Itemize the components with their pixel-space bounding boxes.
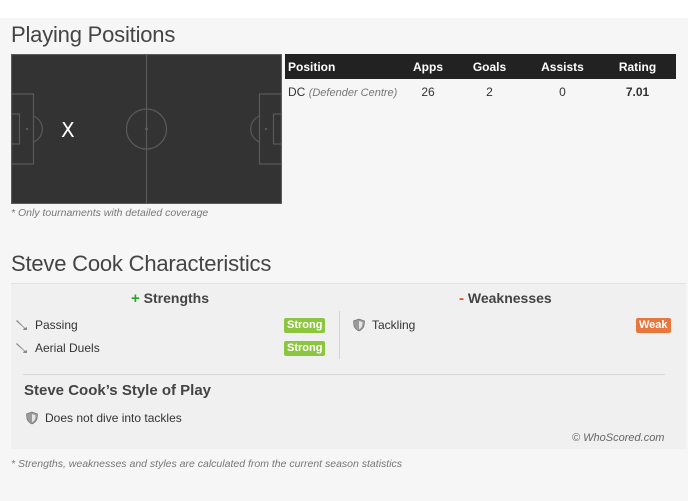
weaknesses-sign: - [459,290,464,307]
column-divider [339,311,340,359]
goals-cell: 2 [486,84,493,99]
style-of-play-title: Steve Cook’s Style of Play [24,382,212,399]
playing-positions-title: Playing Positions [11,22,176,47]
strength-row-passing: Passing [15,316,78,334]
weaknesses-heading: - Weaknesses [459,290,552,307]
header-apps[interactable]: Apps [403,54,453,79]
shield-icon [26,411,38,425]
assists-cell: 0 [559,84,566,99]
strengths-heading: + Strengths [131,290,209,307]
apps-cell: 26 [421,84,435,99]
boot-icon [16,320,27,330]
weakness-label: Tackling [372,318,416,332]
positions-footnote: * Only tournaments with detailed coverag… [11,207,209,219]
strength-row-aerial-duels: Aerial Duels [15,339,100,357]
shield-icon [353,318,365,332]
position-code: DC [288,84,306,99]
strengths-label: Strengths [143,290,209,306]
weakness-row-tackling: Tackling [352,316,415,334]
header-goals[interactable]: Goals [453,54,526,79]
rating-cell: 7.01 [625,84,650,99]
positions-table: Position Apps Goals Assists Rating DC (D… [285,54,676,104]
header-position[interactable]: Position [285,54,403,79]
style-row: Does not dive into tackles [25,409,182,427]
pitch-diagram: X [11,54,282,204]
positions-table-header: Position Apps Goals Assists Rating [285,54,676,79]
characteristics-footnote: * Strengths, weaknesses and styles are c… [11,458,403,470]
strength-level-badge: Strong [284,318,326,333]
position-description: (Defender Centre) [308,86,398,99]
pitch-position-marker: X [61,118,75,142]
position-cell: DC (Defender Centre) [285,79,403,104]
weaknesses-label: Weaknesses [467,290,552,306]
style-label: Does not dive into tackles [45,411,182,425]
header-rating[interactable]: Rating [599,54,676,79]
strength-label: Aerial Duels [35,341,100,355]
strengths-sign: + [131,290,140,307]
characteristics-title: Steve Cook Characteristics [11,251,272,276]
weakness-level-badge: Weak [636,318,671,333]
copyright-text: © WhoScored.com [572,432,665,444]
strength-level-badge: Strong [284,341,326,356]
boot-icon [16,343,27,353]
style-divider [23,374,665,375]
table-row: DC (Defender Centre) 26 2 0 7.01 [285,79,676,104]
header-assists[interactable]: Assists [526,54,599,79]
strength-label: Passing [35,318,78,332]
